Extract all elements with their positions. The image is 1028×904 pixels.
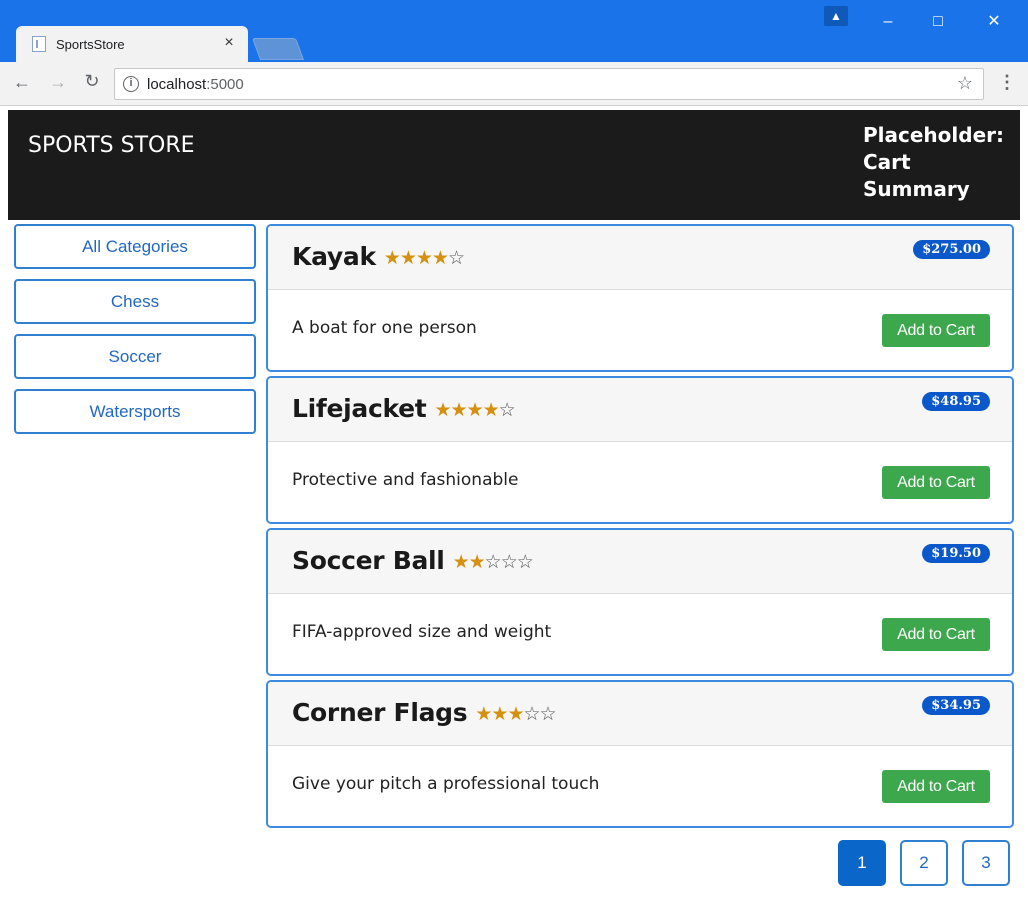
star-icon[interactable]: ☆	[957, 73, 973, 94]
star-filled-icon: ★	[383, 247, 401, 269]
star-filled-icon: ★	[475, 703, 492, 725]
star-empty-icon: ☆	[498, 399, 516, 421]
product-description: A boat for one person	[292, 318, 477, 338]
product-title: Lifejacket ★★★★☆	[292, 394, 516, 423]
star-empty-icon: ☆	[516, 551, 534, 573]
tab-title: SportsStore	[56, 37, 125, 52]
product-name: Corner Flags	[292, 698, 468, 727]
product-card-header: Kayak ★★★★☆ $275.00	[268, 226, 1012, 290]
category-button-all[interactable]: All Categories	[14, 224, 256, 269]
pagination: 1 2 3	[838, 840, 1018, 888]
product-name: Lifejacket	[292, 394, 427, 423]
category-button-soccer[interactable]: Soccer	[14, 334, 256, 379]
add-to-cart-button[interactable]: Add to Cart	[882, 314, 990, 347]
product-card: Soccer Ball ★★☆☆☆ $19.50 FIFA-approved si…	[266, 528, 1014, 676]
category-button-watersports[interactable]: Watersports	[14, 389, 256, 434]
product-title: Kayak ★★★★☆	[292, 242, 465, 271]
url-text: localhost:5000	[147, 76, 244, 93]
star-empty-icon: ☆	[523, 703, 540, 725]
brand: SPORTS STORE	[28, 133, 195, 158]
info-icon[interactable]: i	[123, 76, 139, 92]
star-empty-icon: ☆	[500, 551, 518, 573]
product-card-body: A boat for one person Add to Cart	[268, 291, 1012, 370]
product-card-header: Soccer Ball ★★☆☆☆ $19.50	[268, 530, 1012, 594]
product-name: Kayak	[292, 242, 376, 271]
page-button-3[interactable]: 3	[962, 840, 1010, 886]
cart-summary: Placeholder: Cart Summary	[863, 122, 1013, 203]
add-to-cart-button[interactable]: Add to Cart	[882, 466, 990, 499]
star-empty-icon: ☆	[484, 551, 502, 573]
star-empty-icon: ☆	[539, 703, 557, 725]
category-sidebar: All Categories Chess Soccer Watersports	[14, 224, 258, 444]
star-filled-icon: ★	[466, 399, 484, 421]
product-card: Lifejacket ★★★★☆ $48.95 Protective and fa…	[266, 376, 1014, 524]
browser-titlebar: SportsStore × ▲ – □ ✕	[0, 0, 1028, 62]
page-button-1[interactable]: 1	[838, 840, 886, 886]
tab-close-icon[interactable]: ×	[220, 34, 238, 52]
star-filled-icon: ★	[415, 247, 433, 269]
price-badge: $19.50	[922, 544, 990, 563]
category-button-chess[interactable]: Chess	[14, 279, 256, 324]
profile-icon[interactable]: ▲	[824, 6, 848, 26]
address-bar[interactable]: i localhost:5000 ☆	[114, 68, 984, 100]
browser-tab[interactable]: SportsStore ×	[16, 26, 248, 62]
navbar: SPORTS STORE Placeholder: Cart Summary	[8, 110, 1020, 220]
product-description: FIFA-approved size and weight	[292, 622, 552, 642]
star-filled-icon: ★	[468, 551, 486, 573]
product-card: Corner Flags ★★★☆☆ $34.95 Give your pitch…	[266, 680, 1014, 828]
close-icon[interactable]: ✕	[974, 10, 1014, 34]
product-card-header: Lifejacket ★★★★☆ $48.95	[268, 378, 1012, 442]
page-favicon-icon	[32, 36, 46, 52]
star-filled-icon: ★	[452, 551, 470, 573]
star-filled-icon: ★	[491, 703, 508, 725]
star-empty-icon: ☆	[447, 247, 465, 269]
rating-stars: ★★★☆☆	[475, 703, 557, 725]
product-card-body: Protective and fashionable Add to Cart	[268, 443, 1012, 522]
star-filled-icon: ★	[431, 247, 449, 269]
cart-summary-line: Placeholder:	[863, 123, 1005, 147]
star-filled-icon: ★	[434, 399, 451, 421]
reload-icon[interactable]: ↻	[80, 71, 104, 92]
back-arrow-icon[interactable]: ←	[10, 72, 34, 93]
menu-dots-icon[interactable]: ⋮	[998, 72, 1016, 93]
price-badge: $34.95	[922, 696, 990, 715]
product-name: Soccer Ball	[292, 546, 445, 575]
price-badge: $275.00	[913, 240, 990, 259]
add-to-cart-button[interactable]: Add to Cart	[882, 770, 990, 803]
rating-stars: ★★★★☆	[434, 399, 516, 421]
product-card: Kayak ★★★★☆ $275.00 A boat for one person…	[266, 224, 1014, 372]
minimize-icon[interactable]: –	[868, 10, 908, 34]
price-badge: $48.95	[922, 392, 990, 411]
maximize-icon[interactable]: □	[918, 10, 958, 34]
rating-stars: ★★☆☆☆	[452, 551, 534, 573]
product-card-body: Give your pitch a professional touch Add…	[268, 747, 1012, 826]
product-description: Give your pitch a professional touch	[292, 774, 600, 794]
star-filled-icon: ★	[399, 247, 417, 269]
product-title: Corner Flags ★★★☆☆	[292, 698, 557, 727]
cart-summary-line: Cart	[863, 150, 911, 174]
url-host: localhost	[147, 76, 207, 93]
product-description: Protective and fashionable	[292, 470, 519, 490]
rating-stars: ★★★★☆	[383, 247, 465, 269]
star-filled-icon: ★	[450, 399, 468, 421]
url-port: :5000	[206, 76, 244, 93]
forward-arrow-icon[interactable]: →	[46, 72, 70, 93]
product-title: Soccer Ball ★★☆☆☆	[292, 546, 534, 575]
product-list: Kayak ★★★★☆ $275.00 A boat for one person…	[266, 224, 1014, 832]
product-card-body: FIFA-approved size and weight Add to Car…	[268, 595, 1012, 674]
star-filled-icon: ★	[507, 703, 524, 725]
page-content: SPORTS STORE Placeholder: Cart Summary A…	[8, 110, 1020, 904]
cart-summary-line: Summary	[863, 177, 970, 201]
star-filled-icon: ★	[482, 399, 500, 421]
page-button-2[interactable]: 2	[900, 840, 948, 886]
product-card-header: Corner Flags ★★★☆☆ $34.95	[268, 682, 1012, 746]
new-tab-button[interactable]	[251, 38, 305, 60]
add-to-cart-button[interactable]: Add to Cart	[882, 618, 990, 651]
